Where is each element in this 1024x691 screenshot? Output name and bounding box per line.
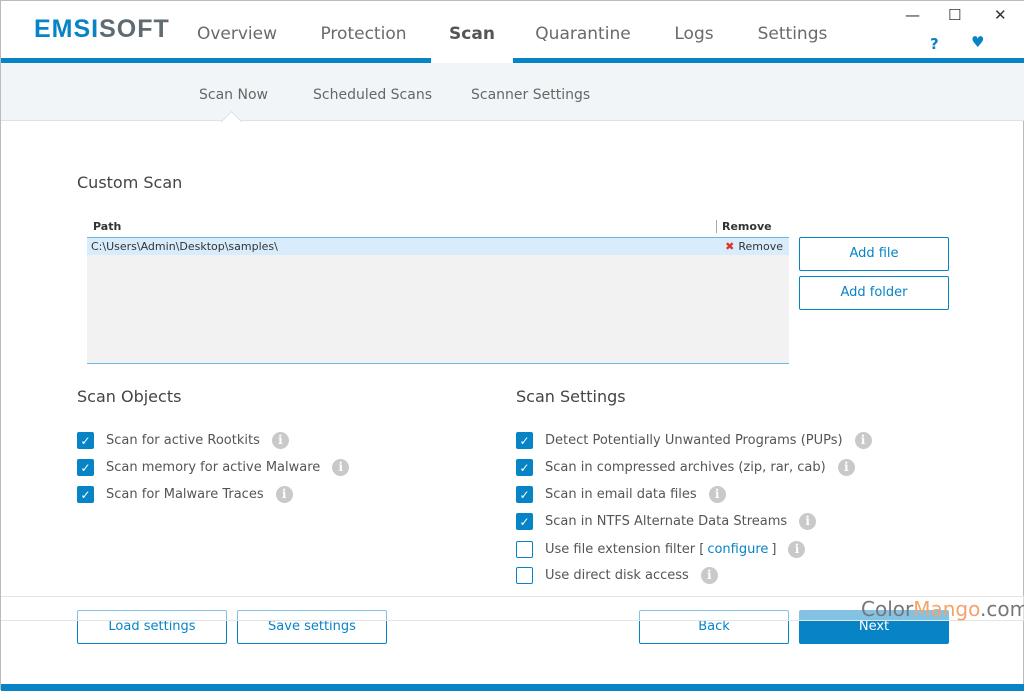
check-icon[interactable]: ✓ [516,513,533,530]
info-icon[interactable]: i [700,567,718,584]
remove-path-button[interactable]: ✖ Remove [725,238,783,255]
check-icon[interactable]: ✓ [77,486,94,503]
info-icon[interactable]: i [708,486,726,503]
scan-objects-title: Scan Objects [77,387,182,406]
archives-checkbox[interactable]: ✓ Scan in compressed archives (zip, rar, … [516,459,855,476]
rootkits-checkbox[interactable]: ✓ Scan for active Rootkits i [77,432,289,449]
pups-checkbox[interactable]: ✓ Detect Potentially Unwanted Programs (P… [516,432,872,449]
check-icon[interactable]: ✓ [516,486,533,503]
info-icon[interactable]: i [332,459,350,476]
sub-navigation: Scan Now Scheduled Scans Scanner Setting… [1,63,1024,121]
tab-overview[interactable]: Overview [183,1,291,63]
minimize-button[interactable]: — [905,6,920,24]
checkbox-box[interactable] [516,541,533,558]
path-row[interactable]: C:\Users\Admin\Desktop\samples\ ✖ Remove [87,238,789,255]
malware-traces-checkbox[interactable]: ✓ Scan for Malware Traces i [77,486,293,503]
info-icon[interactable]: i [837,459,855,476]
ntfs-ads-checkbox[interactable]: ✓ Scan in NTFS Alternate Data Streams i [516,513,817,530]
help-icon[interactable]: ? [930,35,939,53]
heart-icon[interactable]: ♥ [971,33,984,51]
memory-malware-checkbox[interactable]: ✓ Scan memory for active Malware i [77,459,350,476]
configure-link[interactable]: configure [707,542,768,557]
custom-scan-title: Custom Scan [77,173,183,192]
check-icon[interactable]: ✓ [516,459,533,476]
tab-logs[interactable]: Logs [664,1,724,63]
check-icon[interactable]: ✓ [77,432,94,449]
extension-filter-checkbox[interactable]: Use file extension filter [configure] i [516,541,806,558]
next-button[interactable]: Next [799,610,949,644]
emsisoft-logo: EMSISOFT [34,15,170,43]
save-settings-button[interactable]: Save settings [237,610,387,644]
tab-protection[interactable]: Protection [306,1,421,63]
email-files-checkbox[interactable]: ✓ Scan in email data files i [516,486,726,503]
add-folder-button[interactable]: Add folder [799,276,949,310]
check-icon[interactable]: ✓ [77,459,94,476]
remove-column-header[interactable]: Remove [716,220,772,233]
subtab-scanner-settings[interactable]: Scanner Settings [471,87,590,103]
load-settings-button[interactable]: Load settings [77,610,227,644]
path-value: C:\Users\Admin\Desktop\samples\ [91,240,278,253]
path-column-header[interactable]: Path [93,220,121,233]
check-icon[interactable]: ✓ [516,432,533,449]
info-icon[interactable]: i [788,541,806,558]
maximize-button[interactable]: ☐ [948,6,961,24]
subtab-scheduled-scans[interactable]: Scheduled Scans [313,87,432,103]
info-icon[interactable]: i [854,432,872,449]
direct-disk-checkbox[interactable]: Use direct disk access i [516,567,718,584]
scan-settings-title: Scan Settings [516,387,626,406]
subtab-scan-now[interactable]: Scan Now [199,87,268,103]
info-icon[interactable]: i [271,432,289,449]
back-button[interactable]: Back [639,610,789,644]
remove-x-icon: ✖ [725,240,735,253]
tab-scan[interactable]: Scan [431,1,513,63]
path-list[interactable]: C:\Users\Admin\Desktop\samples\ ✖ Remove [87,237,789,364]
info-icon[interactable]: i [799,513,817,530]
tab-quarantine[interactable]: Quarantine [528,1,638,63]
add-file-button[interactable]: Add file [799,237,949,271]
tab-settings[interactable]: Settings [751,1,834,63]
close-button[interactable]: ✕ [994,6,1007,24]
info-icon[interactable]: i [275,486,293,503]
checkbox-box[interactable] [516,567,533,584]
